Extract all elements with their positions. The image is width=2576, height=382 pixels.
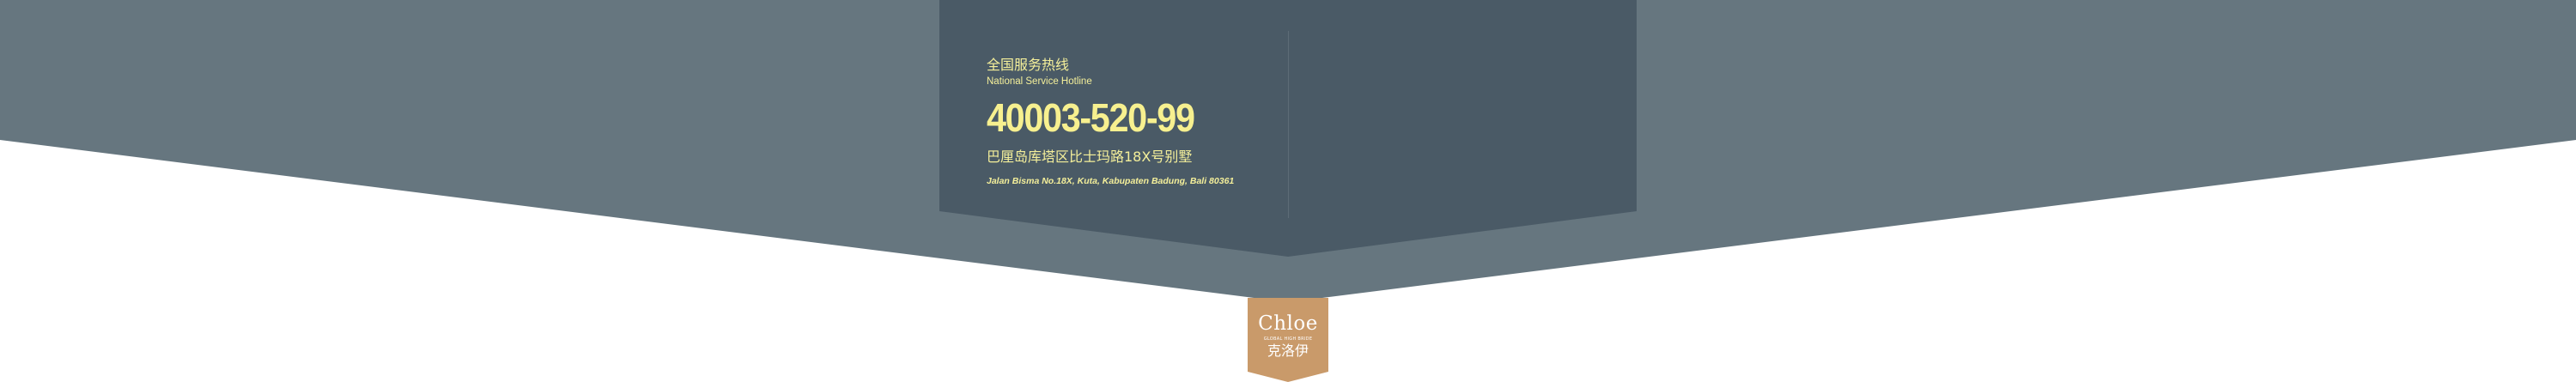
panel-divider [1288,31,1289,218]
address-en: Jalan Bisma No.18X, Kuta, Kabupaten Badu… [987,176,1235,186]
brand-logo[interactable]: Chloe GLOBAL HIGH BRIDE 克洛伊 [1248,298,1328,382]
contact-block: 全国服务热线 National Service Hotline 40003-52… [987,57,1279,187]
hotline-phone-number[interactable]: 40003-520-99 [987,95,1249,140]
address-cn: 巴厘岛库塔区比士玛路18X号别墅 [987,149,1193,165]
logo-tagline: GLOBAL HIGH BRIDE [1263,337,1313,342]
logo-wordmark: Chloe [1258,312,1318,335]
footer-banner: 全国服务热线 National Service Hotline 40003-52… [0,0,2576,382]
hotline-title-en: National Service Hotline [987,76,1092,87]
logo-name-cn: 克洛伊 [1267,343,1309,359]
hotline-title-cn: 全国服务热线 [987,57,1070,73]
